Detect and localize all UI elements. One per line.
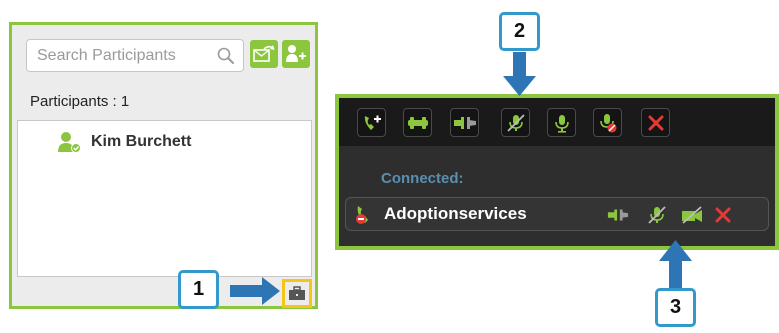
callout-2: 2: [499, 12, 540, 51]
callout-1: 1: [178, 270, 219, 309]
arrow-3-shaft: [669, 258, 682, 288]
arrow-1-head: [262, 277, 280, 305]
callout-3: 3: [655, 288, 696, 327]
arrow-1-shaft: [230, 285, 265, 297]
arrow-2-shaft: [513, 52, 526, 80]
arrow-3-head: [659, 240, 692, 261]
arrow-2-head: [503, 76, 536, 96]
callout-arrows: [230, 52, 692, 305]
